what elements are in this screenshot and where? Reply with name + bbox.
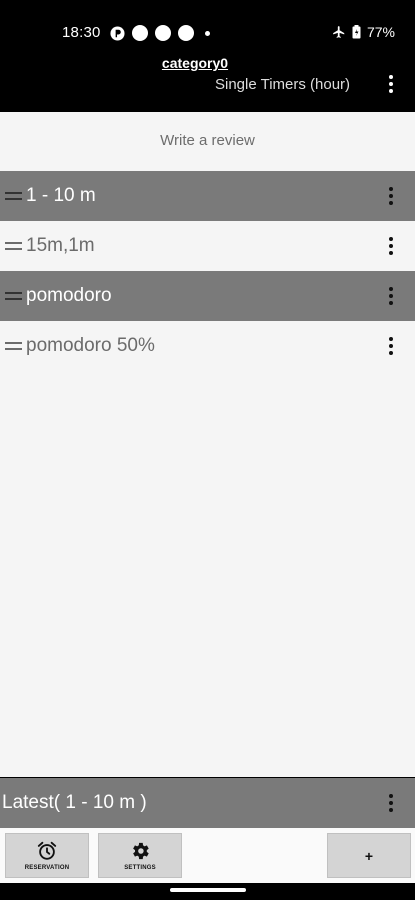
app-bar: category0 Single Timers (hour)	[0, 52, 415, 110]
notification-app-icon	[110, 25, 125, 41]
latest-timer-row[interactable]: Latest( 1 - 10 m )	[0, 778, 415, 828]
home-gesture-handle[interactable]	[170, 888, 246, 892]
timer-row[interactable]: pomodoro	[0, 271, 415, 321]
settings-label: SETTINGS	[124, 865, 156, 871]
battery-icon	[352, 25, 361, 39]
add-timer-button[interactable]: +	[327, 833, 411, 878]
gear-icon	[133, 842, 149, 860]
row-menu-icon[interactable]	[381, 334, 401, 358]
drag-handle-icon[interactable]	[5, 292, 22, 300]
timer-label: 1 - 10 m	[26, 185, 96, 206]
navigation-bar	[0, 883, 415, 900]
settings-button[interactable]: SETTINGS	[98, 833, 182, 878]
latest-timer-label: Latest( 1 - 10 m )	[2, 792, 147, 813]
latest-menu-icon[interactable]	[381, 791, 401, 815]
notification-dot-icon	[178, 25, 194, 41]
overflow-menu-icon[interactable]	[381, 72, 401, 96]
app-subtitle: Single Timers (hour)	[215, 76, 351, 93]
row-menu-icon[interactable]	[381, 284, 401, 308]
battery-percent: 77%	[366, 24, 395, 40]
notification-dot-icon	[155, 25, 171, 41]
drag-handle-icon[interactable]	[5, 242, 22, 250]
row-menu-icon[interactable]	[381, 184, 401, 208]
status-time: 18:30	[62, 24, 101, 41]
category-title[interactable]: category0	[0, 55, 390, 71]
notification-icons	[110, 25, 210, 41]
reservation-label: RESERVATION	[24, 865, 70, 871]
timer-label: pomodoro	[26, 285, 112, 306]
timer-list-area: Write a review 1 - 10 m 15m,1m pomodoro …	[0, 112, 415, 777]
timer-row[interactable]: pomodoro 50%	[0, 321, 415, 371]
timer-row[interactable]: 1 - 10 m	[0, 171, 415, 221]
drag-handle-icon[interactable]	[5, 342, 22, 350]
bottom-toolbar: RESERVATION SETTINGS +	[0, 828, 415, 883]
row-menu-icon[interactable]	[381, 234, 401, 258]
write-review-link[interactable]: Write a review	[0, 112, 415, 168]
drag-handle-icon[interactable]	[5, 192, 22, 200]
airplane-mode-icon	[333, 26, 345, 38]
more-notifications-icon	[205, 30, 210, 36]
timer-row[interactable]: 15m,1m	[0, 221, 415, 271]
timer-label: pomodoro 50%	[26, 335, 155, 356]
timer-label: 15m,1m	[26, 235, 95, 256]
notification-dot-icon	[132, 25, 148, 41]
alarm-clock-icon	[37, 841, 57, 860]
status-right: 77%	[332, 24, 395, 40]
reservation-button[interactable]: RESERVATION	[5, 833, 89, 878]
